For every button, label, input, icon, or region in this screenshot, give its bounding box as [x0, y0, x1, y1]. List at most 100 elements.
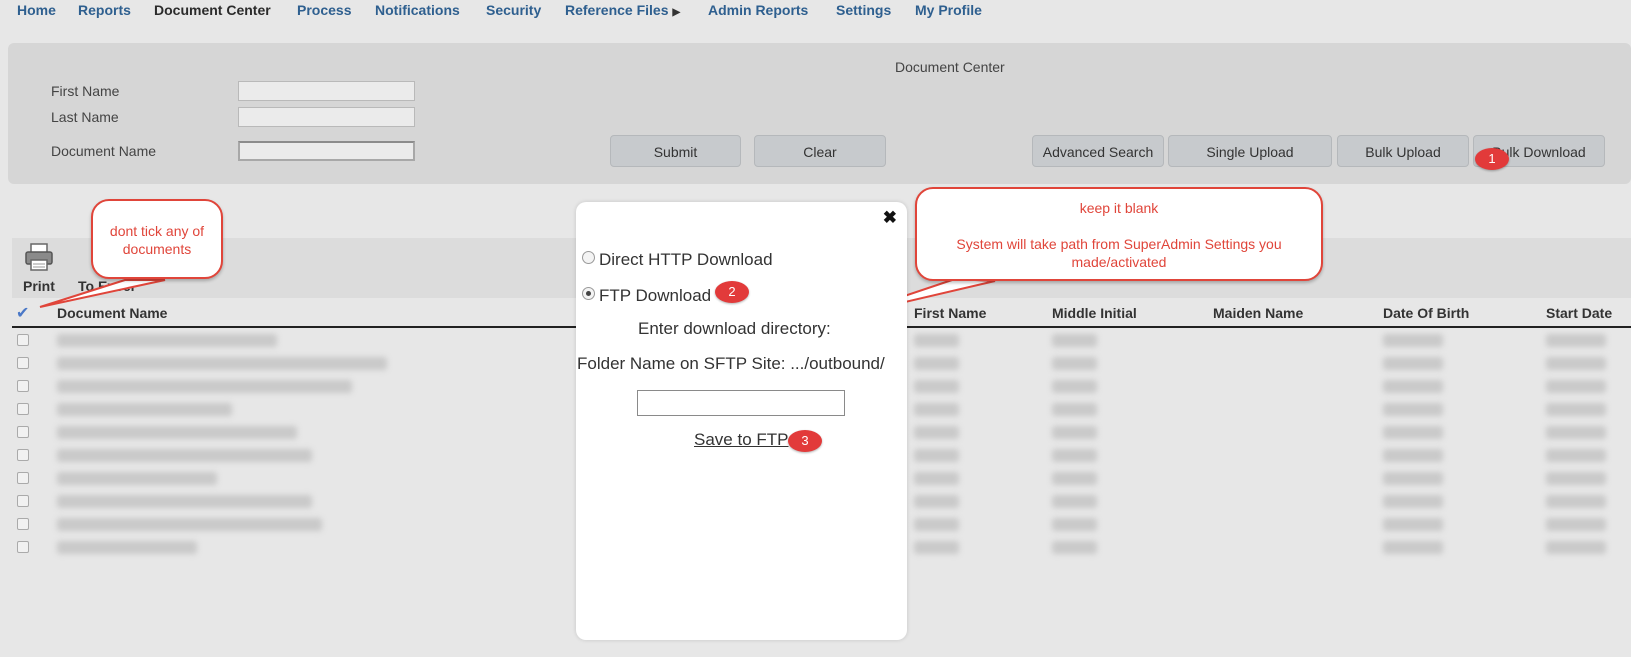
advanced-search-button[interactable]: Advanced Search: [1032, 135, 1164, 167]
blurred-cell: [914, 495, 959, 508]
callout-checkbox: dont tick any of documents: [91, 199, 223, 279]
blurred-cell: [1383, 518, 1443, 531]
column-first-name[interactable]: First Name: [914, 305, 986, 321]
blurred-cell: [914, 334, 959, 347]
option-http-row[interactable]: Direct HTTP Download: [582, 250, 773, 270]
blurred-cell: [1383, 380, 1443, 393]
blurred-cell: [1546, 541, 1606, 554]
nav-reports[interactable]: Reports: [78, 2, 131, 18]
column-middle-initial[interactable]: Middle Initial: [1052, 305, 1137, 321]
column-maiden-name[interactable]: Maiden Name: [1213, 305, 1303, 321]
row-checkbox[interactable]: [17, 426, 29, 438]
blurred-cell: [1052, 472, 1097, 485]
last-name-label: Last Name: [51, 109, 119, 125]
blurred-cell: [1383, 472, 1443, 485]
blurred-document-name: [57, 495, 312, 508]
blurred-cell: [914, 449, 959, 462]
blurred-cell: [1546, 357, 1606, 370]
nav-admin-reports[interactable]: Admin Reports: [708, 2, 808, 18]
bulk-upload-button[interactable]: Bulk Upload: [1337, 135, 1469, 167]
search-panel: Document Center First Name Last Name Doc…: [8, 43, 1631, 184]
blurred-cell: [914, 403, 959, 416]
row-checkbox[interactable]: [17, 472, 29, 484]
first-name-input[interactable]: [238, 81, 415, 101]
blurred-document-name: [57, 357, 387, 370]
clear-button[interactable]: Clear: [754, 135, 886, 167]
row-checkbox[interactable]: [17, 495, 29, 507]
document-name-input[interactable]: [238, 141, 415, 161]
column-document-name[interactable]: Document Name: [57, 305, 167, 321]
blurred-cell: [914, 541, 959, 554]
blurred-cell: [1383, 334, 1443, 347]
bulk-download-modal: ✖ Direct HTTP Download FTP Download Ente…: [576, 202, 907, 640]
submit-button[interactable]: Submit: [610, 135, 741, 167]
close-icon[interactable]: ✖: [883, 208, 897, 228]
callout-keep-blank: keep it blank System will take path from…: [915, 187, 1323, 281]
row-checkbox[interactable]: [17, 541, 29, 553]
blurred-cell: [1052, 403, 1097, 416]
blurred-cell: [1383, 403, 1443, 416]
directory-input[interactable]: [637, 390, 845, 416]
nav-home[interactable]: Home: [17, 2, 56, 18]
blurred-cell: [1052, 518, 1097, 531]
radio-ftp[interactable]: [582, 287, 595, 300]
row-checkbox[interactable]: [17, 334, 29, 346]
callout-blank-line1: keep it blank: [1079, 200, 1159, 216]
last-name-input[interactable]: [238, 107, 415, 127]
nav-my-profile[interactable]: My Profile: [915, 2, 982, 18]
row-checkbox[interactable]: [17, 380, 29, 392]
to-excel-button[interactable]: To Excel: [78, 278, 135, 294]
blurred-cell: [1052, 357, 1097, 370]
printer-icon[interactable]: [24, 242, 54, 272]
annotation-badge-3: 3: [788, 430, 822, 452]
nav-reference-files-label: Reference Files: [565, 2, 669, 18]
blurred-document-name: [57, 403, 232, 416]
option-ftp-label: FTP Download: [599, 286, 712, 305]
blurred-cell: [1546, 472, 1606, 485]
nav-process[interactable]: Process: [297, 2, 351, 18]
folder-name-label: Folder Name on SFTP Site: .../outbound/: [577, 354, 885, 373]
checkmark-icon[interactable]: ✔: [16, 303, 29, 323]
enter-directory-label: Enter download directory:: [638, 319, 831, 338]
blurred-cell: [1052, 449, 1097, 462]
blurred-cell: [1383, 426, 1443, 439]
radio-http[interactable]: [582, 251, 595, 264]
save-to-ftp-link[interactable]: Save to FTP: [694, 430, 788, 450]
blurred-cell: [914, 518, 959, 531]
blurred-cell: [914, 472, 959, 485]
row-checkbox[interactable]: [17, 357, 29, 369]
blurred-cell: [1383, 357, 1443, 370]
callout-checkbox-text: dont tick any of documents: [109, 223, 205, 257]
row-checkbox[interactable]: [17, 403, 29, 415]
nav-security[interactable]: Security: [486, 2, 541, 18]
blurred-document-name: [57, 541, 197, 554]
nav-reference-files[interactable]: Reference Files ▶: [565, 2, 680, 18]
print-button[interactable]: Print: [23, 278, 55, 294]
nav-settings[interactable]: Settings: [836, 2, 891, 18]
blurred-cell: [1546, 426, 1606, 439]
nav-document-center[interactable]: Document Center: [154, 2, 271, 18]
blurred-cell: [914, 426, 959, 439]
blurred-document-name: [57, 426, 297, 439]
option-ftp-row[interactable]: FTP Download: [582, 286, 711, 306]
blurred-cell: [1546, 518, 1606, 531]
blurred-cell: [1546, 334, 1606, 347]
callout-blank-line2: System will take path from SuperAdmin Se…: [956, 236, 1282, 270]
blurred-document-name: [57, 449, 312, 462]
blurred-document-name: [57, 334, 277, 347]
row-checkbox[interactable]: [17, 518, 29, 530]
row-checkbox[interactable]: [17, 449, 29, 461]
blurred-cell: [1052, 380, 1097, 393]
option-http-label: Direct HTTP Download: [599, 250, 773, 269]
column-start-date[interactable]: Start Date: [1546, 305, 1612, 321]
column-date-of-birth[interactable]: Date Of Birth: [1383, 305, 1469, 321]
blurred-cell: [1546, 403, 1606, 416]
caret-right-icon: ▶: [672, 7, 681, 18]
blurred-document-name: [57, 518, 322, 531]
nav-notifications[interactable]: Notifications: [375, 2, 460, 18]
blurred-cell: [1052, 334, 1097, 347]
top-nav: Home Reports Document Center Process Not…: [0, 0, 1631, 22]
blurred-cell: [914, 380, 959, 393]
single-upload-button[interactable]: Single Upload: [1168, 135, 1332, 167]
blurred-cell: [1546, 495, 1606, 508]
